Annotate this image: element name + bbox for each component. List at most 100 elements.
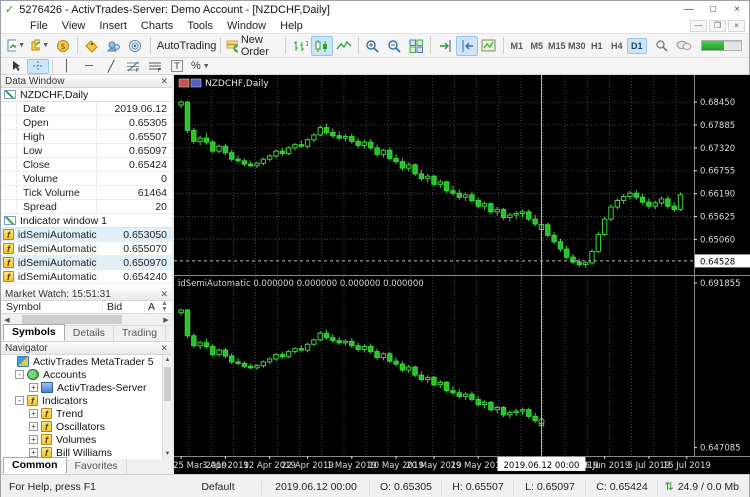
scroll-right-icon[interactable]: ▶	[160, 316, 172, 324]
tab-common[interactable]: Common	[3, 457, 67, 474]
indicator-row[interactable]: f idSemiAutomatic 0.655070	[1, 242, 172, 256]
bar-chart-button[interactable]: 1	[289, 36, 311, 56]
expander[interactable]: +	[29, 435, 38, 444]
market-watch-header[interactable]: Market Watch: 15:51:31 ✕	[1, 288, 172, 301]
zoom-out-button[interactable]	[383, 36, 405, 56]
timeframe-m5-button[interactable]: M5	[527, 38, 547, 54]
expander[interactable]: +	[29, 448, 38, 457]
minimize-button[interactable]: —	[677, 2, 701, 17]
table-row: Low 0.65097	[1, 144, 172, 158]
expander[interactable]: +	[29, 409, 38, 418]
indicator-row[interactable]: f idSemiAutomatic 0.654240	[1, 270, 172, 284]
tree-item-indicators[interactable]: - f Indicators	[1, 394, 172, 407]
tab-symbols[interactable]: Symbols	[3, 324, 65, 341]
chart-restore-button[interactable]: ❐	[709, 19, 726, 32]
autotrading-button[interactable]: AutoTrading	[154, 36, 217, 56]
expander[interactable]: +	[29, 422, 38, 431]
new-order-button[interactable]: New Order	[223, 34, 281, 58]
auto-scroll-button[interactable]	[434, 36, 456, 56]
zoom-in-button[interactable]	[361, 36, 383, 56]
column-bid[interactable]: Bid	[103, 301, 145, 313]
navigator-icon	[107, 41, 121, 51]
scroll-up-icon[interactable]: ▲ ▼	[161, 300, 172, 313]
data-window-symbol-row[interactable]: NZDCHF,Daily	[1, 88, 172, 102]
indicator-window-header: Indicator window 1	[20, 214, 107, 227]
chart-templates-button[interactable]	[478, 36, 500, 56]
status-profile[interactable]: Default	[174, 478, 263, 495]
timeframe-h4-button[interactable]: H4	[607, 38, 627, 54]
scroll-left-icon[interactable]: ◀	[1, 316, 13, 324]
expander[interactable]: -	[15, 396, 24, 405]
tree-item-volumes[interactable]: + f Volumes	[1, 433, 172, 446]
close-icon[interactable]: ✕	[160, 76, 168, 87]
signals-button[interactable]	[125, 36, 147, 56]
close-icon[interactable]: ✕	[160, 289, 168, 300]
tree-item-bill-williams[interactable]: + f Bill Williams	[1, 446, 172, 459]
close-button[interactable]: ×	[725, 2, 749, 17]
menu-insert[interactable]: Insert	[92, 20, 134, 32]
navigator-header[interactable]: Navigator ✕	[1, 342, 172, 355]
chart-shift-button[interactable]	[456, 35, 478, 56]
tile-windows-button[interactable]	[405, 36, 427, 56]
close-icon[interactable]: ✕	[160, 343, 168, 354]
menu-tools[interactable]: Tools	[180, 20, 220, 32]
market-watch-button[interactable]: $	[52, 36, 74, 56]
menu-file[interactable]: File	[23, 20, 55, 32]
tab-trading[interactable]: Trading	[114, 326, 167, 341]
indicator-row[interactable]: f idSemiAutomatic 0.650970	[1, 256, 172, 270]
chevron-down-icon: ▼	[42, 42, 50, 49]
scroll-up-icon[interactable]: ▲	[163, 355, 172, 365]
toolbar-separator	[503, 37, 504, 54]
horizontal-line-tool-button[interactable]: ─	[78, 59, 100, 74]
tree-item-server[interactable]: + ActivTrades-Server	[1, 381, 172, 394]
scrollbar-thumb[interactable]	[164, 367, 171, 401]
menu-view[interactable]: View	[55, 20, 93, 32]
cursor-tool-button[interactable]	[5, 59, 27, 74]
data-window-header[interactable]: Data Window ✕	[1, 75, 172, 88]
scrollbar-thumb[interactable]	[21, 315, 122, 324]
navigator-button[interactable]	[103, 36, 125, 56]
tab-details[interactable]: Details	[65, 326, 114, 341]
symbol-search-button[interactable]	[651, 36, 673, 56]
menu-charts[interactable]: Charts	[134, 20, 180, 32]
expander[interactable]: +	[29, 383, 38, 392]
tree-item-trend[interactable]: + f Trend	[1, 407, 172, 420]
scroll-down-icon[interactable]: ▼	[163, 449, 172, 459]
column-ask[interactable]: A	[145, 301, 161, 313]
profiles-button[interactable]: ▼	[28, 36, 52, 56]
tab-favorites[interactable]: Favorites	[67, 459, 127, 474]
trendline-tool-button[interactable]: ╱	[100, 59, 122, 74]
timeframe-h1-button[interactable]: H1	[587, 38, 607, 54]
timeframe-m30-button[interactable]: M30	[567, 38, 587, 54]
column-symbol[interactable]: Symbol	[1, 301, 103, 313]
community-chat-button[interactable]	[673, 36, 695, 56]
crosshair-tool-button[interactable]	[27, 58, 49, 74]
timeframe-m15-button[interactable]: M15	[547, 38, 567, 54]
line-chart-button[interactable]	[333, 36, 355, 56]
tree-item-accounts[interactable]: - Accounts	[1, 368, 172, 381]
menu-window[interactable]: Window	[220, 20, 273, 32]
timeframe-d1-button[interactable]: D1	[626, 37, 647, 54]
indicator-row[interactable]: f idSemiAutomatic 0.653050	[1, 228, 172, 242]
chart-minimize-button[interactable]: —	[690, 19, 707, 32]
chart-close-button[interactable]: ×	[728, 19, 745, 32]
data-window-button[interactable]	[81, 36, 103, 56]
candlestick-chart[interactable]: 0.68450 0.67885 0.67320 0.66755 0.66190 0.656…	[173, 75, 750, 474]
menu-help[interactable]: Help	[273, 20, 310, 32]
fibonacci-tool-button[interactable]: F	[122, 59, 144, 74]
market-watch-hscrollbar[interactable]: ◀ ▶	[1, 314, 172, 326]
text-tool-button[interactable]: T	[166, 59, 188, 74]
equidistant-channel-tool-button[interactable]: F	[144, 59, 166, 74]
maximize-button[interactable]: □	[701, 2, 725, 17]
tree-item-terminal[interactable]: ActivTrades MetaTrader 5	[1, 355, 172, 368]
arrows-tool-button[interactable]: % ▼	[188, 59, 213, 74]
signals-icon	[129, 39, 142, 52]
chart-area[interactable]: 0.68450 0.67885 0.67320 0.66755 0.66190 0.656…	[172, 75, 750, 474]
navigator-vscrollbar[interactable]: ▲ ▼	[162, 355, 172, 459]
tree-item-oscillators[interactable]: + f Oscillators	[1, 420, 172, 433]
timeframe-m1-button[interactable]: M1	[507, 38, 527, 54]
new-chart-button[interactable]: ▼	[4, 36, 28, 56]
vertical-line-tool-button[interactable]: │	[56, 59, 78, 74]
candlestick-chart-button[interactable]	[310, 35, 333, 56]
expander[interactable]: -	[15, 370, 24, 379]
